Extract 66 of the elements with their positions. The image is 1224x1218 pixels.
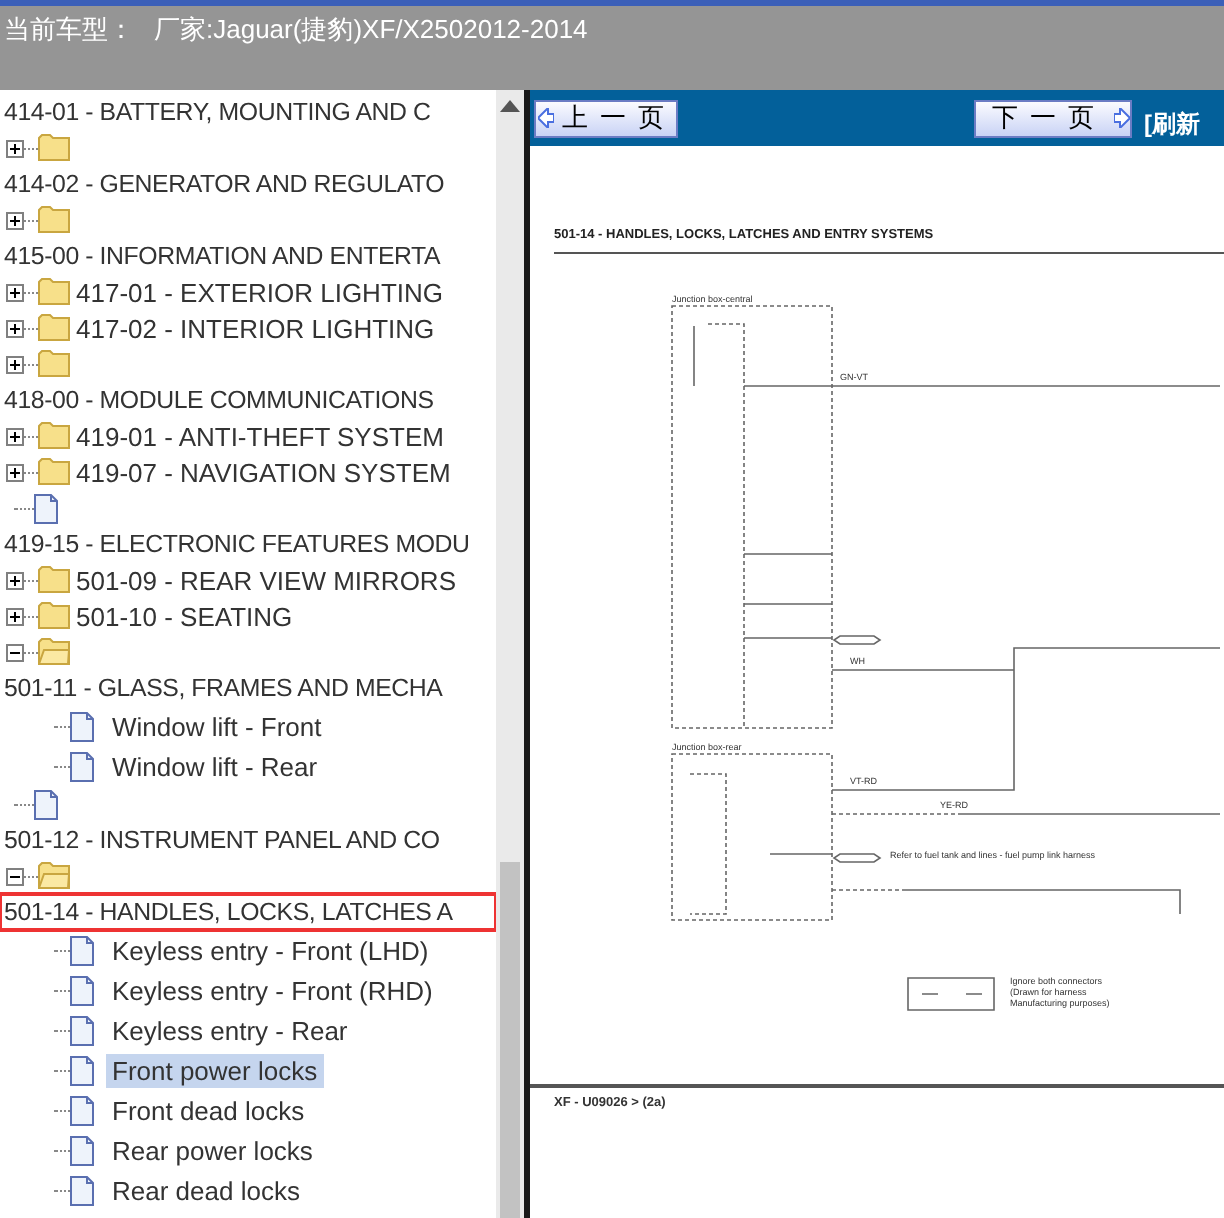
expand-icon[interactable] — [6, 427, 24, 445]
section-heading[interactable]: 419-15 - ELECTRONIC FEATURES MODU — [0, 526, 496, 562]
folder-icon — [38, 422, 70, 450]
document-icon — [70, 1015, 94, 1045]
section-heading[interactable]: 501-14 - HANDLES, LOCKS, LATCHES A — [0, 894, 496, 930]
model-name: 厂家:Jaguar(捷豹)XF/X2502012-2014 — [154, 12, 588, 48]
section-heading[interactable]: 501-11 - GLASS, FRAMES AND MECHA — [0, 670, 496, 706]
expand-icon[interactable] — [6, 607, 24, 625]
expand-icon[interactable] — [6, 211, 24, 229]
document-icon — [70, 711, 94, 741]
document-icon — [70, 1135, 94, 1165]
scroll-up-icon[interactable] — [500, 100, 520, 112]
previous-page-button[interactable]: 上一页 — [534, 99, 678, 137]
document-icon — [34, 493, 58, 523]
tree-item[interactable]: Keyless entry - Front (LHD) — [106, 933, 435, 967]
expand-icon[interactable] — [6, 319, 24, 337]
section-heading[interactable]: 501-12 - INSTRUMENT PANEL AND CO — [0, 822, 496, 858]
right-arrow-icon — [1114, 108, 1130, 128]
document-icon — [34, 789, 58, 819]
tree-item[interactable]: 417-02 - INTERIOR LIGHTING — [70, 311, 441, 345]
tree-item[interactable]: Window lift - Rear — [106, 749, 324, 783]
document-icon — [70, 975, 94, 1005]
folder-icon — [38, 566, 70, 594]
section-heading[interactable]: 414-01 - BATTERY, MOUNTING AND C — [0, 94, 496, 130]
folder-icon — [38, 206, 70, 234]
collapse-icon[interactable] — [6, 643, 24, 661]
folder-icon — [38, 314, 70, 342]
document-icon — [70, 1175, 94, 1205]
left-arrow-icon — [538, 108, 554, 128]
expand-icon[interactable] — [6, 139, 24, 157]
section-heading[interactable]: 414-02 - GENERATOR AND REGULATO — [0, 166, 496, 202]
tree-item[interactable]: Window lift - Front — [106, 709, 328, 743]
document-icon — [70, 1055, 94, 1085]
section-heading[interactable]: 415-00 - INFORMATION AND ENTERTA — [0, 238, 496, 274]
tree-item[interactable]: Keyless entry - Front (RHD) — [106, 973, 439, 1007]
folder-icon — [38, 350, 70, 378]
tree-item[interactable]: 417-01 - EXTERIOR LIGHTING — [70, 275, 449, 309]
section-heading[interactable]: 418-00 - MODULE COMMUNICATIONS — [0, 382, 496, 418]
collapse-icon[interactable] — [6, 867, 24, 885]
tree-item[interactable]: Keyless entry - Rear — [106, 1013, 354, 1047]
document-icon — [70, 935, 94, 965]
tree-item[interactable]: Front dead locks — [106, 1093, 311, 1127]
tree-item[interactable]: 501-10 - SEATING — [70, 599, 299, 633]
folder-icon — [38, 278, 70, 306]
tree-item[interactable]: Rear power locks — [106, 1133, 319, 1167]
document-icon — [70, 751, 94, 781]
model-label: 当前车型： — [4, 12, 134, 48]
folder-icon — [38, 134, 70, 162]
folder-icon — [38, 458, 70, 486]
document-icon — [70, 1095, 94, 1125]
next-page-button[interactable]: 下一页 — [974, 99, 1132, 137]
expand-icon[interactable] — [6, 283, 24, 301]
open-folder-icon — [38, 638, 70, 666]
tree-item[interactable]: Rear dead locks — [106, 1173, 306, 1207]
tree-item[interactable]: 501-09 - REAR VIEW MIRRORS — [70, 563, 462, 597]
scrollbar[interactable] — [496, 90, 524, 1218]
expand-icon[interactable] — [6, 571, 24, 589]
tree-item[interactable]: 419-07 - NAVIGATION SYSTEM — [70, 455, 457, 489]
folder-icon — [38, 602, 70, 630]
refresh-link[interactable]: [刷新 — [1144, 107, 1200, 141]
tree-item[interactable]: 419-01 - ANTI-THEFT SYSTEM — [70, 419, 450, 453]
expand-icon[interactable] — [6, 355, 24, 373]
open-folder-icon — [38, 862, 70, 890]
expand-icon[interactable] — [6, 463, 24, 481]
tree-item[interactable]: Front power locks — [106, 1053, 324, 1087]
scrollbar-thumb[interactable] — [500, 862, 520, 1218]
